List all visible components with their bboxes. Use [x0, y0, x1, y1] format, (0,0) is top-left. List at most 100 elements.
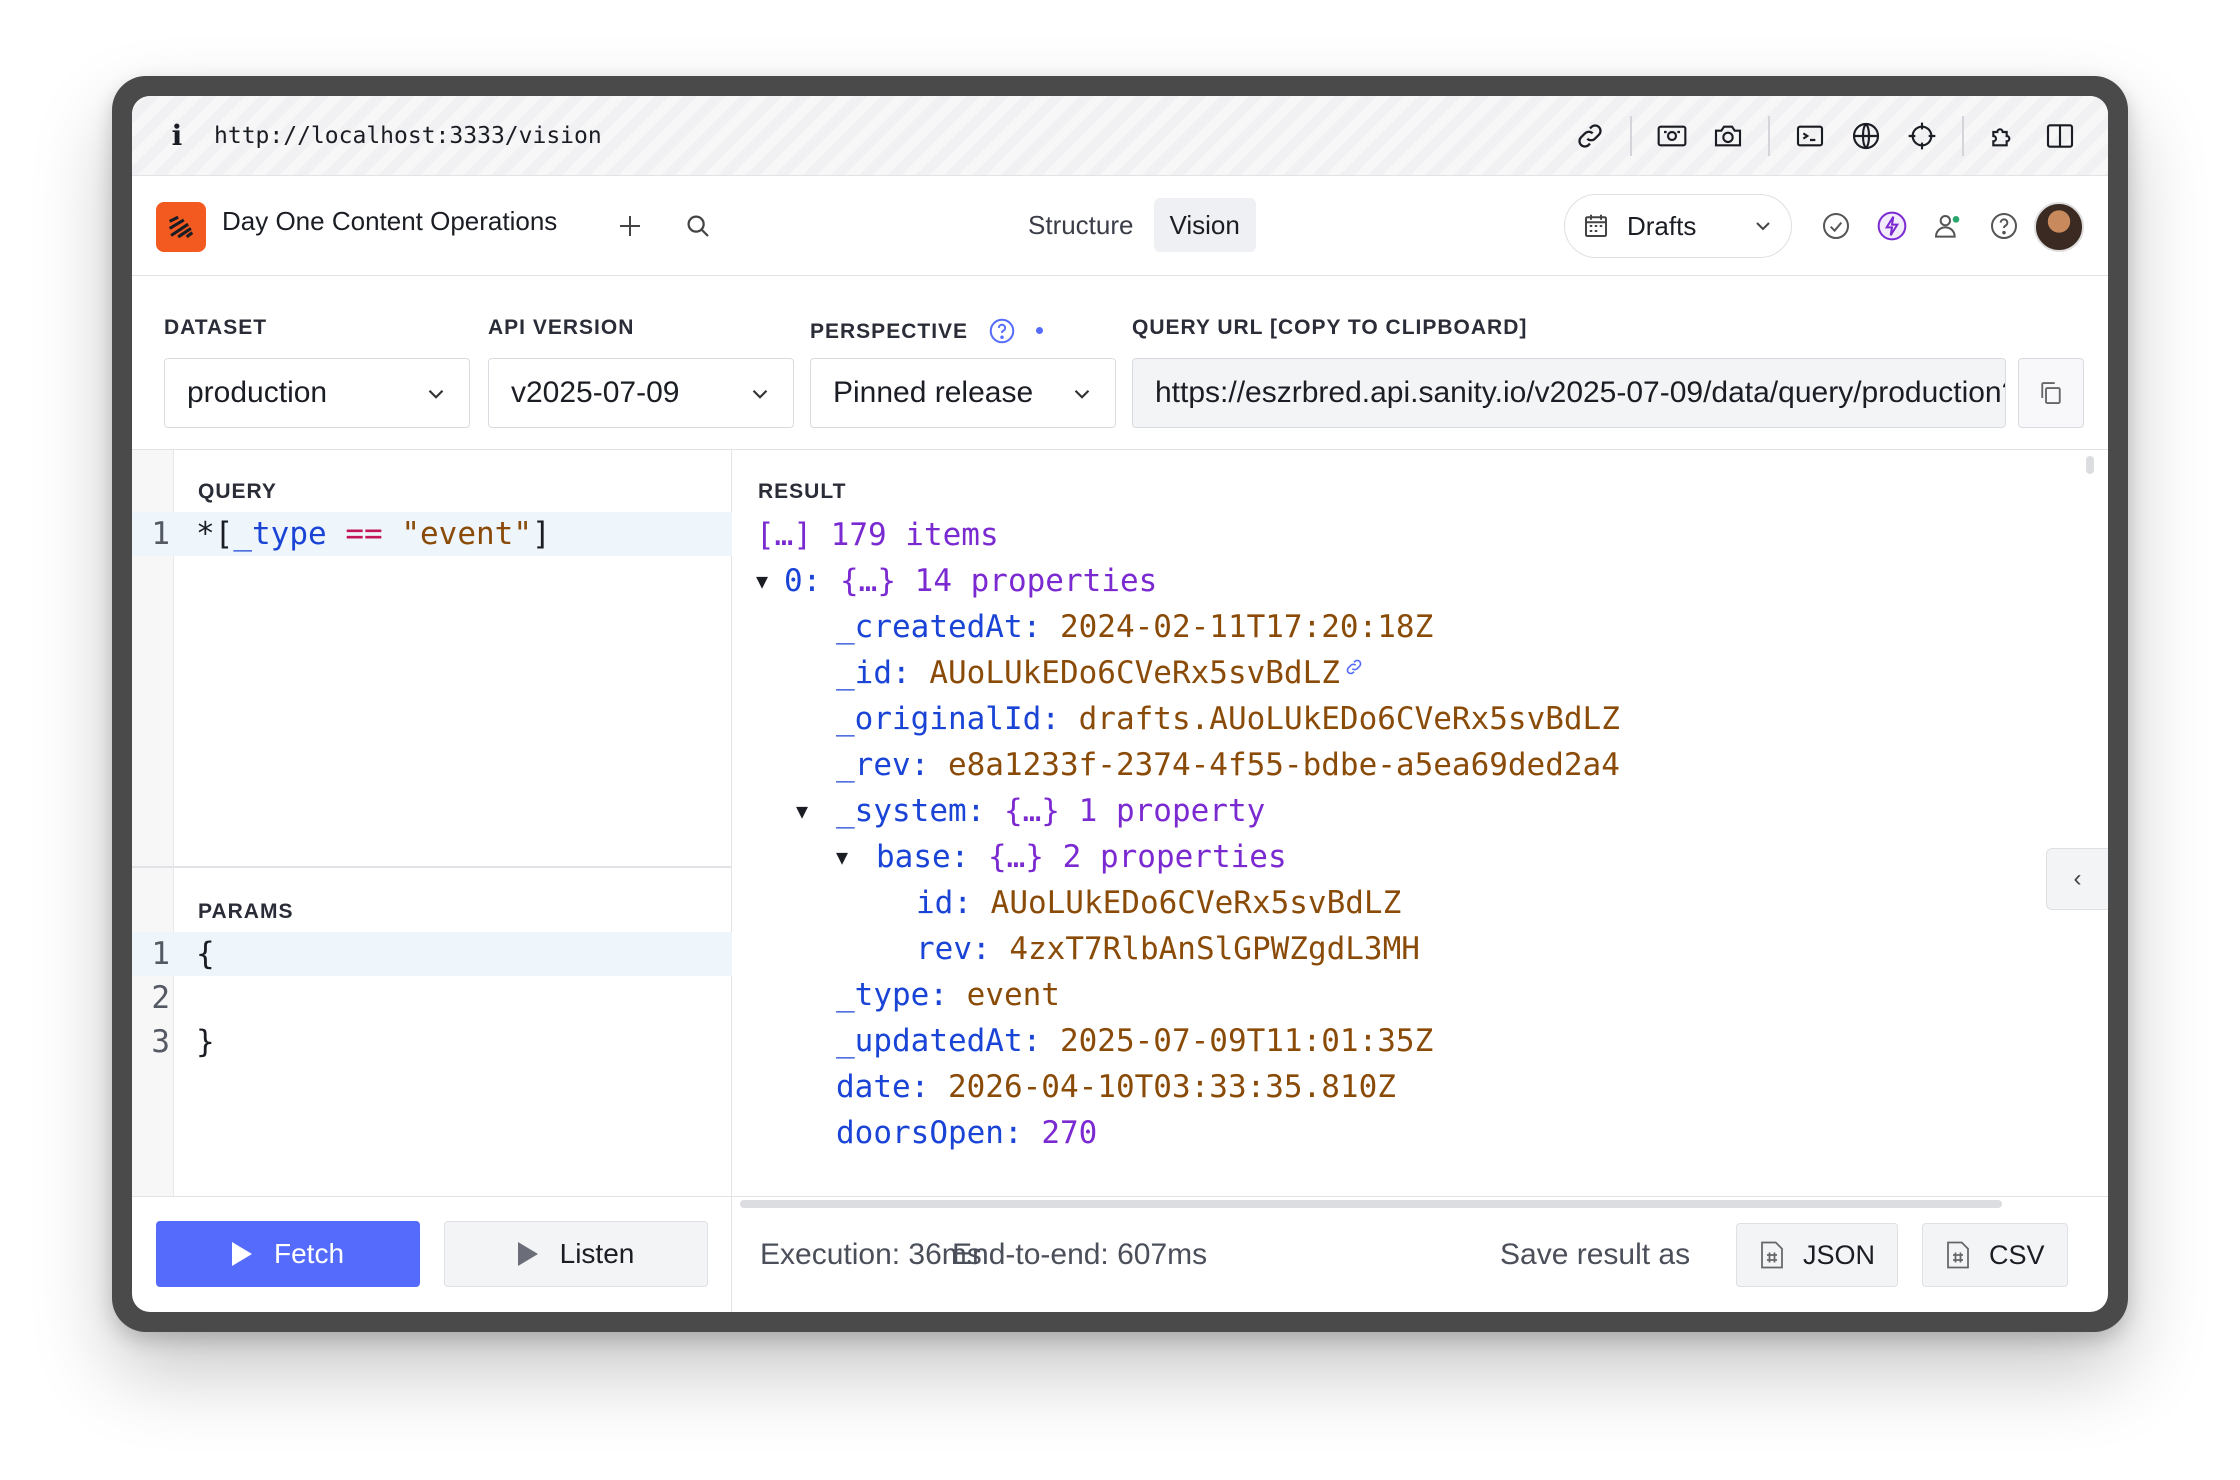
workspace-logo[interactable] — [156, 202, 206, 252]
address-url[interactable]: http://localhost:3333/vision — [214, 123, 602, 149]
listen-button[interactable]: Listen — [444, 1221, 708, 1287]
result-meta: {…} 2 properties — [987, 839, 1287, 875]
file-icon — [1761, 1241, 1783, 1269]
file-icon — [1947, 1241, 1969, 1269]
pane-divider[interactable] — [132, 866, 732, 868]
dataset-select[interactable]: production — [164, 358, 470, 428]
chevron-left-icon: ‹ — [2073, 865, 2082, 892]
crosshair-icon[interactable] — [1894, 108, 1950, 164]
globe-icon[interactable] — [1838, 108, 1894, 164]
user-avatar[interactable] — [2034, 202, 2084, 252]
result-row: doorsOpen: 270 — [836, 1110, 1097, 1156]
bolt-icon[interactable] — [1872, 206, 1912, 246]
link-icon[interactable] — [1344, 657, 1364, 677]
tab-structure[interactable]: Structure — [1012, 198, 1150, 252]
plus-icon[interactable] — [610, 206, 650, 246]
params-code[interactable]: } — [196, 1020, 215, 1064]
result-footer: Execution: 36ms End-to-end: 607ms Save r… — [732, 1196, 2108, 1312]
result-value: 2026-04-10T03:33:35.810Z — [947, 1069, 1396, 1105]
query-label: QUERY — [198, 480, 277, 503]
expand-toggle-icon[interactable]: ▼ — [756, 558, 784, 604]
params-line[interactable]: 2 — [132, 976, 732, 1020]
result-row[interactable]: ▼ 0: {…} 14 properties — [756, 558, 1157, 604]
query-url-field[interactable]: https://eszrbred.api.sanity.io/v2025-07-… — [1132, 358, 2006, 428]
browser-bar: i http://localhost:3333/vision — [132, 96, 2108, 176]
query-actions: Fetch Listen — [132, 1196, 732, 1312]
result-pane: RESULT […] 179 items ▼ 0: {…} 14 properti… — [732, 450, 2108, 1312]
result-row[interactable]: ▼ base: {…} 2 properties — [836, 834, 1287, 880]
result-key: 0 — [784, 563, 803, 599]
result-row: _originalId: drafts.AUoLUkEDo6CVeRx5svBd… — [836, 696, 1620, 742]
save-json-button[interactable]: JSON — [1736, 1223, 1899, 1287]
toolbar-divider — [1630, 116, 1632, 156]
fetch-button[interactable]: Fetch — [156, 1221, 420, 1287]
code-token: == — [345, 516, 383, 552]
params-line[interactable]: 1 { — [132, 932, 732, 976]
vertical-scrollbar[interactable] — [2086, 456, 2094, 474]
expand-toggle-icon[interactable]: ▼ — [796, 788, 836, 834]
result-row[interactable]: ▼ _system: {…} 1 property — [796, 788, 1265, 834]
result-sep: : — [910, 747, 948, 783]
api-version-select[interactable]: v2025-07-09 — [488, 358, 794, 428]
link-icon[interactable] — [1562, 108, 1618, 164]
dataset-label: DATASET — [164, 316, 268, 339]
info-icon[interactable]: i — [162, 119, 192, 152]
save-csv-button[interactable]: CSV — [1922, 1223, 2068, 1287]
chevron-down-icon — [1074, 389, 1090, 399]
result-sep: : — [802, 563, 840, 599]
result-row: _updatedAt: 2025-07-09T11:01:35Z — [836, 1018, 1433, 1064]
result-key: _id — [836, 655, 892, 691]
copy-url-button[interactable] — [2018, 358, 2084, 428]
result-sep: : — [1041, 701, 1079, 737]
result-key: date — [836, 1069, 911, 1105]
screen: i http://localhost:3333/vision Day One C… — [132, 96, 2108, 1312]
result-value: drafts.AUoLUkEDo6CVeRx5svBdLZ — [1078, 701, 1620, 737]
line-number: 3 — [151, 1024, 170, 1060]
result-sep: : — [1022, 609, 1060, 645]
result-tree: […] 179 items ▼ 0: {…} 14 properties _cre… — [732, 512, 2072, 1192]
tab-vision[interactable]: Vision — [1153, 198, 1256, 252]
split-view-icon[interactable] — [2032, 108, 2088, 164]
result-meta: {…} 14 properties — [840, 563, 1158, 599]
params-code[interactable]: { — [196, 932, 215, 976]
api-version-value: v2025-07-09 — [511, 376, 680, 409]
browser-tools — [1562, 96, 2088, 176]
perspective-select[interactable]: Pinned release — [810, 358, 1116, 428]
result-row: id: AUoLUkEDo6CVeRx5svBdLZ — [916, 880, 1401, 926]
result-row: […] 179 items — [756, 512, 999, 558]
chevron-down-icon — [428, 389, 444, 399]
save-json-label: JSON — [1803, 1239, 1876, 1270]
calendar-icon — [1585, 214, 1607, 237]
query-code[interactable]: *[_type == "event"] — [196, 512, 551, 556]
result-value[interactable]: AUoLUkEDo6CVeRx5svBdLZ — [929, 655, 1340, 691]
screenshot-region-icon[interactable] — [1644, 108, 1700, 164]
extension-icon[interactable] — [1976, 108, 2032, 164]
perspective-menu-label: Drafts — [1627, 210, 1697, 241]
device-frame: i http://localhost:3333/vision Day One C… — [112, 76, 2128, 1332]
execution-time: Execution: 36ms — [760, 1238, 982, 1271]
check-circle-icon[interactable] — [1816, 206, 1856, 246]
result-sep: : — [1003, 1115, 1042, 1151]
result-key: _rev — [836, 747, 911, 783]
code-token: [ — [214, 516, 234, 552]
result-row: rev: 4zxT7RlbAnSlGPWZgdL3MH — [916, 926, 1420, 972]
collapse-panel-button[interactable]: ‹ — [2046, 848, 2108, 910]
query-url-label[interactable]: QUERY URL [COPY TO CLIPBOARD] — [1132, 316, 1527, 340]
result-label: RESULT — [758, 480, 847, 503]
params-line[interactable]: 3 } — [132, 1020, 732, 1064]
perspective-label: PERSPECTIVE — [810, 316, 1043, 346]
expand-toggle-icon[interactable]: ▼ — [836, 834, 876, 880]
result-sep: : — [972, 931, 1010, 967]
terminal-icon[interactable] — [1782, 108, 1838, 164]
workspace-title[interactable]: Day One Content Operations — [222, 206, 557, 237]
copy-icon — [2041, 382, 2061, 404]
end-to-end-time: End-to-end: 607ms — [952, 1238, 1208, 1271]
help-icon[interactable] — [1984, 206, 2024, 246]
perspective-menu-button[interactable]: Drafts — [1564, 194, 1792, 258]
vision-controls: DATASET production API VERSION v2025-07-… — [132, 276, 2108, 450]
search-icon[interactable] — [678, 206, 718, 246]
help-icon[interactable] — [987, 316, 1017, 346]
query-line[interactable]: 1 *[_type == "event"] — [132, 512, 732, 556]
camera-icon[interactable] — [1700, 108, 1756, 164]
presence-users-icon[interactable] — [1928, 206, 1968, 246]
